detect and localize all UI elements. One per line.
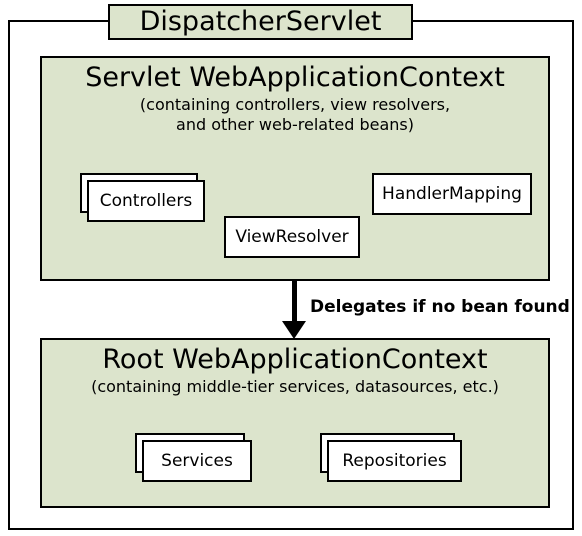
repositories-bean-label: Repositories	[327, 440, 462, 482]
arrow-head-icon	[282, 321, 306, 339]
servlet-context-subtitle: (containing controllers, view resolvers,…	[42, 95, 548, 135]
servlet-context-subtitle-line2: and other web-related beans)	[176, 115, 414, 134]
services-bean: Services	[142, 440, 252, 480]
root-context-subtitle: (containing middle-tier services, dataso…	[42, 377, 548, 397]
root-context-heading: Root WebApplicationContext	[42, 344, 548, 375]
services-bean-label: Services	[142, 440, 252, 482]
controllers-bean-label: Controllers	[87, 180, 205, 222]
root-webapplicationcontext-box: Root WebApplicationContext (containing m…	[40, 338, 550, 508]
viewresolver-bean: ViewResolver	[224, 216, 360, 258]
delegation-label: Delegates if no bean found	[310, 297, 570, 317]
delegation-arrow	[280, 281, 310, 340]
servlet-webapplicationcontext-box: Servlet WebApplicationContext (containin…	[40, 56, 550, 281]
servlet-context-subtitle-line1: (containing controllers, view resolvers,	[140, 95, 450, 114]
handlermapping-bean: HandlerMapping	[372, 173, 532, 215]
servlet-context-heading: Servlet WebApplicationContext	[42, 62, 548, 93]
repositories-bean: Repositories	[327, 440, 462, 480]
controllers-bean: Controllers	[87, 180, 205, 220]
diagram-title: DispatcherServlet	[108, 4, 413, 40]
arrow-shaft	[292, 281, 297, 323]
